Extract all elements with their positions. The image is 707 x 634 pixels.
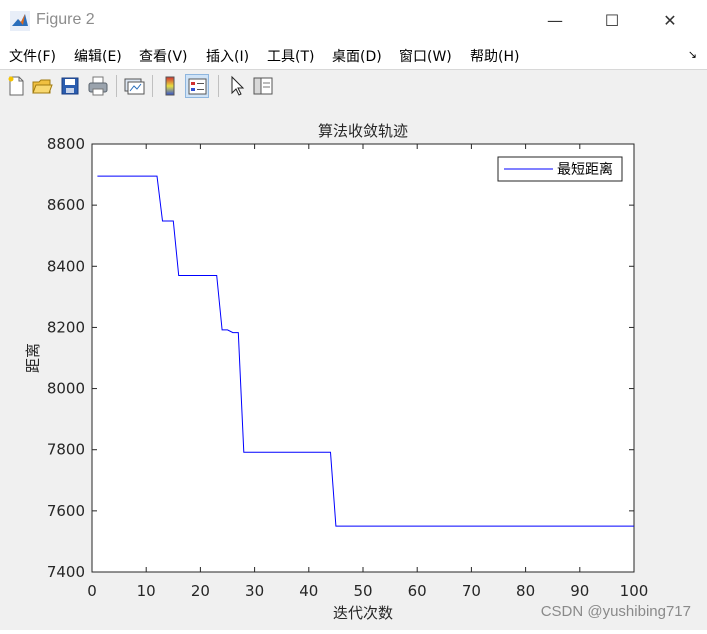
x-tick-label: 40	[299, 582, 318, 600]
menu-bar: 文件(F) 编辑(E) 查看(V) 插入(I) 工具(T) 桌面(D) 窗口(W…	[0, 42, 707, 68]
menu-view[interactable]: 查看(V)	[139, 46, 188, 66]
y-tick-label: 8400	[47, 257, 85, 275]
x-axis-label: 迭代次数	[333, 604, 393, 622]
open-file-icon[interactable]	[30, 74, 54, 98]
y-tick-label: 7600	[47, 502, 85, 520]
x-tick-label: 20	[191, 582, 210, 600]
toolbar-separator	[218, 75, 219, 97]
legend-label: 最短距离	[557, 161, 613, 178]
menu-insert[interactable]: 插入(I)	[206, 46, 249, 66]
close-button[interactable]: ✕	[647, 6, 693, 36]
toolbar	[0, 69, 707, 104]
x-tick-label: 100	[620, 582, 649, 600]
colorbar-icon[interactable]	[158, 74, 182, 98]
chart-title: 算法收敛轨迹	[318, 122, 408, 140]
menu-window[interactable]: 窗口(W)	[399, 46, 452, 66]
x-tick-label: 70	[462, 582, 481, 600]
menu-tools[interactable]: 工具(T)	[267, 46, 314, 66]
legend-icon[interactable]	[185, 74, 209, 98]
menu-edit[interactable]: 编辑(E)	[74, 46, 122, 66]
legend[interactable]: 最短距离	[497, 156, 623, 182]
y-axis-label: 距离	[24, 343, 42, 373]
menu-help[interactable]: 帮助(H)	[470, 46, 519, 66]
line-chart: 0 10 20 30 40 50 60 70 80 90 100 7400 7600 7800 8000 82…	[24, 122, 649, 622]
y-tick-label: 7800	[47, 441, 85, 459]
menu-desktop[interactable]: 桌面(D)	[332, 46, 382, 66]
x-tick-label: 10	[137, 582, 156, 600]
property-editor-icon[interactable]	[251, 74, 275, 98]
toolbar-separator	[116, 75, 117, 97]
watermark: CSDN @yushibing717	[540, 603, 691, 620]
y-tick-label: 8800	[47, 135, 85, 153]
toolbar-separator	[152, 75, 153, 97]
x-tick-label: 80	[516, 582, 535, 600]
matlab-logo-icon	[10, 11, 30, 31]
axes-box	[91, 143, 635, 573]
x-tick-label: 90	[570, 582, 589, 600]
link-plot-icon[interactable]	[122, 74, 146, 98]
y-tick-label: 8200	[47, 318, 85, 336]
x-tick-label: 60	[408, 582, 427, 600]
figure-canvas: 0 10 20 30 40 50 60 70 80 90 100 7400 7600 7800 8000 82…	[0, 103, 707, 630]
maximize-button[interactable]: ☐	[589, 6, 635, 36]
x-tick-label: 30	[245, 582, 264, 600]
window-title: Figure 2	[36, 11, 95, 28]
y-tick-label: 8000	[47, 380, 85, 398]
y-tick-label: 8600	[47, 196, 85, 214]
menu-file[interactable]: 文件(F)	[9, 46, 56, 66]
y-tick-label: 7400	[47, 563, 85, 581]
x-tick-label: 0	[87, 582, 97, 600]
minimize-button[interactable]: —	[532, 6, 578, 36]
title-bar: Figure 2 — ☐ ✕	[0, 0, 707, 42]
pointer-icon[interactable]	[225, 74, 249, 98]
save-icon[interactable]	[58, 74, 82, 98]
new-figure-icon[interactable]	[4, 74, 28, 98]
x-tick-label: 50	[353, 582, 372, 600]
dock-arrow-icon[interactable]: ↘	[688, 48, 697, 61]
print-icon[interactable]	[86, 74, 110, 98]
